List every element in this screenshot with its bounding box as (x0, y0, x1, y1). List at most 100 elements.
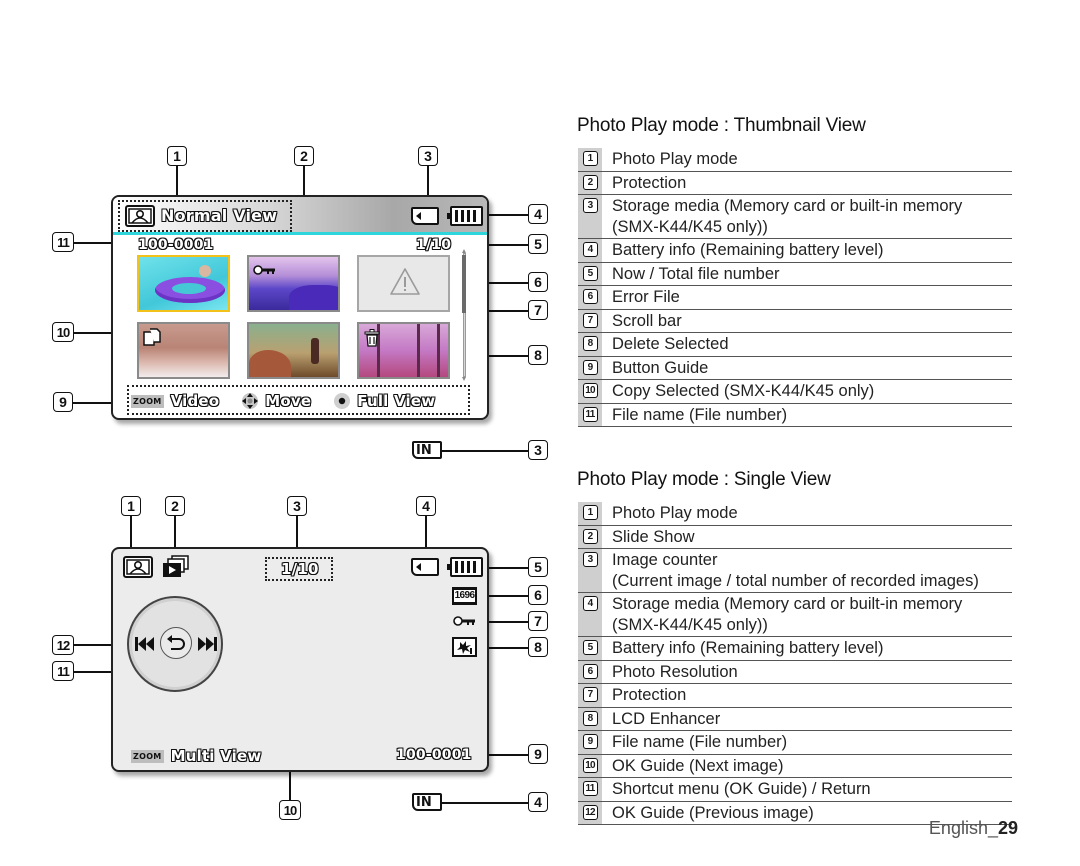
leader-line (176, 166, 178, 196)
thumbnail-view-title: Photo Play mode : Thumbnail View (577, 115, 866, 136)
legend-row: 1 Photo Play mode (578, 148, 1012, 172)
single-view-legend: 1 Photo Play mode 2 Slide Show 3 Image counte… (578, 502, 1012, 825)
legend-description: Image counter (Current image / total num… (612, 551, 979, 590)
legend-number-cell: 8 (578, 333, 602, 356)
legend-description: File name (File number) (612, 733, 788, 751)
previous-image-button[interactable] (134, 634, 156, 659)
legend-description: Copy Selected (SMX-K44/K45 only) (612, 382, 875, 400)
legend-description: Battery info (Remaining battery level) (612, 241, 884, 259)
return-icon (167, 635, 185, 650)
skip-previous-icon (135, 637, 154, 651)
legend-number-cell: 8 (578, 707, 602, 730)
leader-line (442, 802, 528, 804)
mode-label: Normal View (161, 206, 278, 225)
legend-number-badge: 12 (582, 804, 598, 820)
callout-4-alt: 4 (528, 792, 548, 812)
callout-1: 1 (167, 146, 187, 166)
legend-description: Protection (612, 173, 687, 192)
thumbnail-1[interactable] (137, 255, 230, 312)
legend-number-badge: 3 (582, 198, 598, 213)
legend-description: OK Guide (Previous image) (612, 803, 814, 822)
legend-row: 4 Battery info (Remaining battery level) (578, 239, 1012, 263)
legend-row: 11 File name (File number) (578, 403, 1012, 427)
memory-card-icon (411, 207, 439, 225)
callout-3: 3 (287, 496, 307, 516)
leader-line (442, 450, 528, 452)
zoom-key-icon: ZOOM (131, 394, 164, 408)
photo-play-mode-icon (123, 556, 153, 578)
legend-row: 11 Shortcut menu (OK Guide) / Return (578, 778, 1012, 802)
file-name: 100-0001 (396, 747, 472, 763)
page-footer: English_29 (929, 818, 1018, 839)
callout-6: 6 (528, 272, 548, 292)
scroll-thumb[interactable] (462, 255, 466, 313)
legend-description: Storage media (Memory card or built-in m… (612, 595, 963, 634)
thumbnail-4[interactable] (137, 322, 230, 379)
ok-guide-wheel[interactable] (127, 596, 223, 692)
legend-number-cell: 9 (578, 731, 602, 754)
legend-description: Photo Play mode (612, 150, 738, 168)
legend-description: Scroll bar (612, 311, 682, 330)
legend-row: 7 Protection (578, 684, 1012, 708)
callout-5: 5 (528, 234, 548, 254)
single-view-title: Photo Play mode : Single View (577, 469, 831, 490)
thumbnail-6[interactable] (357, 322, 450, 379)
callout-4: 4 (528, 204, 548, 224)
callout-6: 6 (528, 585, 548, 605)
legend-row: 9 Button Guide (578, 356, 1012, 380)
legend-number-badge: 1 (582, 505, 598, 520)
thumbnail-view-legend: 1 Photo Play mode 2 Protection 3 Storage medi… (578, 148, 1012, 427)
legend-description: Photo Play mode (612, 504, 738, 522)
legend-number-cell: 1 (578, 148, 602, 171)
callout-10: 10 (279, 800, 301, 820)
legend-number-badge: 8 (582, 710, 598, 726)
legend-description: Battery info (Remaining battery level) (612, 639, 884, 657)
legend-row: 6 Photo Resolution (578, 660, 1012, 684)
legend-row: 9 File name (File number) (578, 731, 1012, 755)
callout-8: 8 (528, 345, 548, 365)
scroll-bar[interactable] (461, 249, 467, 381)
legend-number-cell: 2 (578, 171, 602, 194)
thumbnail-2[interactable] (247, 255, 340, 312)
legend-number-cell: 5 (578, 637, 602, 660)
legend-number-cell: 7 (578, 309, 602, 332)
legend-number-cell: 3 (578, 549, 602, 592)
legend-number-badge: 6 (582, 663, 598, 679)
button-guide-content: ZOOM Video Move Full View (131, 392, 435, 410)
thumbnail-5[interactable] (247, 322, 340, 379)
callout-10: 10 (52, 322, 74, 342)
button-guide: ZOOM Multi View (131, 747, 261, 765)
legend-number-badge: 9 (582, 359, 598, 375)
leader-line (487, 567, 528, 569)
legend-description: File name (File number) (612, 405, 788, 424)
file-name: 100-0001 (138, 237, 214, 253)
single-view-screen: 1/10 1696 ZOOM Multi View 100-0001 (111, 547, 489, 772)
legend-number-cell: 11 (578, 778, 602, 801)
legend-description: Slide Show (612, 527, 695, 546)
return-button[interactable] (160, 627, 192, 659)
legend-row: 2 Protection (578, 171, 1012, 195)
built-in-memory-icon: IN (412, 441, 442, 459)
callout-2: 2 (294, 146, 314, 166)
legend-number-badge: 2 (582, 528, 598, 544)
legend-row: 7 Scroll bar (578, 309, 1012, 333)
footer-language: English_ (928, 818, 998, 838)
legend-row: 10 Copy Selected (SMX-K44/K45 only) (578, 380, 1012, 404)
legend-number-cell: 10 (578, 380, 602, 403)
memory-card-icon (411, 558, 439, 576)
callout-7: 7 (528, 300, 548, 320)
thumbnail-error-file[interactable] (357, 255, 450, 312)
next-image-button[interactable] (196, 634, 218, 659)
built-in-memory-icon: IN (412, 793, 442, 811)
page-number: 29 (997, 818, 1018, 838)
legend-description: OK Guide (Next image) (612, 756, 784, 775)
callout-2: 2 (165, 496, 185, 516)
ok-action-label: Full View (357, 392, 436, 410)
legend-number-cell: 5 (578, 262, 602, 285)
legend-number-cell: 6 (578, 286, 602, 309)
legend-number-cell: 9 (578, 356, 602, 379)
legend-number-cell: 4 (578, 239, 602, 262)
callout-8: 8 (528, 637, 548, 657)
legend-number-cell: 2 (578, 525, 602, 548)
legend-number-badge: 5 (582, 265, 598, 281)
